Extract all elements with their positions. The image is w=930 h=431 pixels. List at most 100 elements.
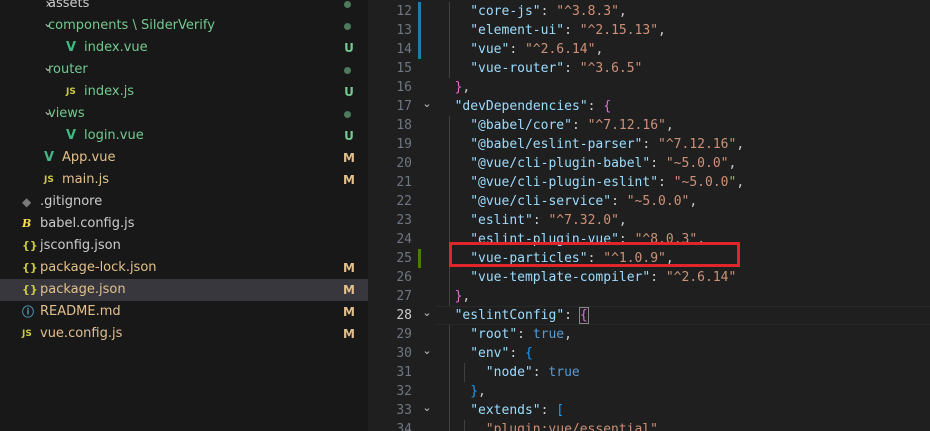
vue-icon: V bbox=[44, 150, 55, 165]
highlight-annotation-box bbox=[449, 242, 740, 267]
code-text: "element-ui": "^2.15.13", bbox=[470, 21, 666, 40]
code-line[interactable]: 18 "@babel/core": "^7.12.16", bbox=[368, 116, 930, 135]
explorer-file[interactable]: Vindex.vue U bbox=[0, 37, 368, 59]
code-token: { bbox=[524, 346, 533, 361]
code-line[interactable]: 29 "root": true, bbox=[368, 325, 930, 344]
code-token: : bbox=[564, 61, 580, 76]
code-token: "^3.8.3" bbox=[556, 4, 619, 19]
git-status-badge: U bbox=[344, 129, 354, 143]
explorer-file[interactable]: V App.vue M bbox=[0, 147, 368, 169]
explorer-item-label: index.js bbox=[84, 84, 135, 99]
explorer-file[interactable]: {} package-lock.json M bbox=[0, 257, 368, 279]
code-token: : bbox=[587, 99, 604, 114]
fold-chevron-down-icon[interactable]: ⌄ bbox=[421, 341, 433, 360]
code-line[interactable]: 34 "plugin:vue/essential", bbox=[368, 420, 930, 431]
code-token: true bbox=[548, 365, 580, 380]
code-line[interactable]: 21 "@vue/cli-plugin-eslint": "~5.0.0", bbox=[368, 173, 930, 192]
explorer-file[interactable]: {} package.json M bbox=[0, 279, 368, 301]
code-line[interactable]: 28 ⌄ "eslintConfig": { bbox=[368, 306, 930, 325]
explorer-file[interactable]: JS main.js M bbox=[0, 169, 368, 191]
code-line[interactable]: 31 "node": true bbox=[368, 363, 930, 382]
code-line[interactable]: 27}, bbox=[368, 287, 930, 306]
code-line[interactable]: 20 "@vue/cli-plugin-babel": "~5.0.0", bbox=[368, 154, 930, 173]
code-token: : bbox=[564, 308, 580, 323]
fold-chevron-down-icon[interactable]: ⌄ bbox=[421, 94, 433, 113]
line-number: 21 bbox=[396, 175, 412, 190]
fold-chevron-down-icon[interactable]: ⌄ bbox=[421, 398, 433, 417]
code-line[interactable]: 17 ⌄ "devDependencies": { bbox=[368, 97, 930, 116]
code-token: { bbox=[603, 99, 612, 114]
code-line[interactable]: 23 "eslint": "^7.32.0", bbox=[368, 211, 930, 230]
code-line[interactable]: 32}, bbox=[368, 382, 930, 401]
explorer-folder[interactable]: › assets bbox=[0, 0, 368, 15]
json-icon: {} bbox=[22, 261, 38, 274]
code-line[interactable]: 14 "vue": "^2.6.14", bbox=[368, 40, 930, 59]
line-number: 17 bbox=[396, 99, 412, 114]
code-token: "plugin:vue/essential" bbox=[485, 422, 658, 431]
explorer-file[interactable]: Bbabel.config.js bbox=[0, 213, 368, 235]
explorer-file[interactable]: JS vue.config.js M bbox=[0, 323, 368, 345]
explorer-item-label: .gitignore bbox=[40, 194, 103, 209]
explorer-file[interactable]: {} jsconfig.json bbox=[0, 235, 368, 257]
explorer-item-label: vue.config.js bbox=[40, 326, 123, 341]
code-token: "^3.6.5" bbox=[579, 61, 643, 76]
code-token: "env" bbox=[470, 346, 510, 361]
code-token: "@vue/cli-plugin-babel" bbox=[470, 156, 651, 171]
line-number: 15 bbox=[396, 61, 412, 76]
explorer-item-label: views bbox=[48, 106, 85, 121]
code-token: "devDependencies" bbox=[454, 99, 588, 114]
explorer-item-label: main.js bbox=[62, 172, 109, 187]
code-token: : bbox=[611, 194, 627, 209]
explorer-item-label: router bbox=[48, 62, 88, 77]
line-number: 31 bbox=[396, 365, 412, 380]
code-text: "extends": [ bbox=[470, 401, 564, 420]
git-status-badge: M bbox=[343, 305, 355, 319]
code-text: "@vue/cli-service": "~5.0.0", bbox=[470, 192, 697, 211]
explorer-folder[interactable]: ⌄ router bbox=[0, 59, 368, 81]
code-token: } bbox=[470, 384, 479, 399]
code-line[interactable]: 15 "vue-router": "^3.6.5" bbox=[368, 59, 930, 78]
code-token: "^7.12.16" bbox=[587, 118, 666, 133]
code-token: "element-ui" bbox=[470, 23, 565, 38]
code-editor[interactable]: 12 "core-js": "^3.8.3", 13 "element-ui": "^… bbox=[368, 0, 930, 431]
code-line[interactable]: 12 "core-js": "^3.8.3", bbox=[368, 2, 930, 21]
code-token: , bbox=[618, 4, 627, 19]
code-text: "devDependencies": { bbox=[455, 97, 612, 116]
code-text: }, bbox=[455, 78, 471, 97]
code-token: [ bbox=[556, 403, 565, 418]
line-number: 18 bbox=[396, 118, 412, 133]
line-number: 14 bbox=[396, 42, 412, 57]
explorer-item-label: App.vue bbox=[62, 150, 116, 165]
explorer-file[interactable]: Vlogin.vue U bbox=[0, 125, 368, 147]
code-text: "core-js": "^3.8.3", bbox=[470, 2, 627, 21]
explorer-file[interactable]: ◆ .gitignore bbox=[0, 191, 368, 213]
explorer-item-label: babel.config.js bbox=[40, 216, 135, 231]
code-line[interactable]: 33 ⌄ "extends": [ bbox=[368, 401, 930, 420]
code-line[interactable]: 19 "@babel/eslint-parser": "^7.12.16", bbox=[368, 135, 930, 154]
code-token: , bbox=[657, 422, 666, 431]
code-token: true bbox=[532, 327, 565, 342]
git-icon: ◆ bbox=[22, 195, 32, 209]
file-explorer: › assets ⌄ components \ SilderVerify Vindex.… bbox=[0, 0, 368, 431]
git-status-dot bbox=[344, 1, 351, 8]
explorer-item-label: README.md bbox=[40, 304, 121, 319]
code-token: : bbox=[540, 403, 557, 418]
explorer-folder[interactable]: ⌄ components \ SilderVerify bbox=[0, 15, 368, 37]
code-token: , bbox=[658, 23, 666, 38]
code-line[interactable]: 26 "vue-template-compiler": "^2.6.14" bbox=[368, 268, 930, 287]
explorer-file[interactable]: JS index.js U bbox=[0, 81, 368, 103]
line-number: 34 bbox=[396, 422, 412, 431]
code-line[interactable]: 16}, bbox=[368, 78, 930, 97]
fold-chevron-down-icon[interactable]: ⌄ bbox=[421, 303, 433, 322]
explorer-folder[interactable]: ⌄ views bbox=[0, 103, 368, 125]
code-line[interactable]: 30 ⌄ "env": { bbox=[368, 344, 930, 363]
git-status-dot bbox=[344, 111, 351, 118]
code-line[interactable]: 22 "@vue/cli-service": "~5.0.0", bbox=[368, 192, 930, 211]
code-text: "vue-template-compiler": "^2.6.14" bbox=[470, 268, 736, 287]
explorer-file[interactable]: ⓘ README.md M bbox=[0, 301, 368, 323]
line-number: 33 bbox=[396, 403, 412, 418]
code-token: "^7.32.0" bbox=[548, 213, 619, 228]
code-line[interactable]: 13 "element-ui": "^2.15.13", bbox=[368, 21, 930, 40]
code-token: "@vue/cli-service" bbox=[470, 194, 612, 209]
code-text: "@babel/core": "^7.12.16", bbox=[470, 116, 674, 135]
